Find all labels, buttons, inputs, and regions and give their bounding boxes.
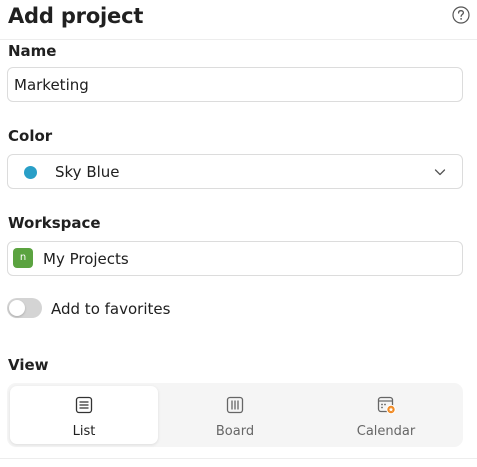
calendar-icon [377, 396, 396, 415]
question-circle-icon[interactable] [452, 6, 470, 24]
chevron-down-icon [434, 169, 446, 176]
view-label: View [8, 356, 49, 374]
list-icon [75, 396, 93, 414]
view-option-list[interactable]: List [10, 386, 158, 444]
view-option-list-label: List [72, 424, 96, 439]
footer-divider [0, 458, 477, 459]
view-option-calendar[interactable]: Calendar [312, 386, 460, 444]
dialog-title: Add project [8, 4, 144, 28]
view-option-board[interactable]: Board [161, 386, 309, 444]
color-swatch [24, 166, 37, 179]
name-input-value[interactable]: Marketing [14, 76, 89, 94]
favorites-toggle-knob [9, 300, 25, 316]
view-option-board-label: Board [215, 424, 255, 439]
name-input[interactable]: Marketing [7, 67, 463, 102]
color-select[interactable]: Sky Blue [7, 154, 463, 189]
view-option-calendar-label: Calendar [356, 424, 416, 439]
workspace-label: Workspace [8, 214, 101, 232]
name-label: Name [8, 42, 57, 60]
board-icon [226, 396, 244, 414]
color-label: Color [8, 127, 53, 145]
dialog-header: Add project [0, 0, 477, 40]
favorites-label[interactable]: Add to favorites [51, 300, 170, 318]
color-select-value: Sky Blue [55, 163, 120, 181]
view-switcher: List Board Calendar [7, 383, 463, 447]
workspace-select[interactable]: n My Projects [7, 241, 463, 276]
workspace-select-value: My Projects [43, 250, 129, 268]
favorites-toggle[interactable] [7, 298, 42, 318]
workspace-badge: n [13, 248, 33, 268]
